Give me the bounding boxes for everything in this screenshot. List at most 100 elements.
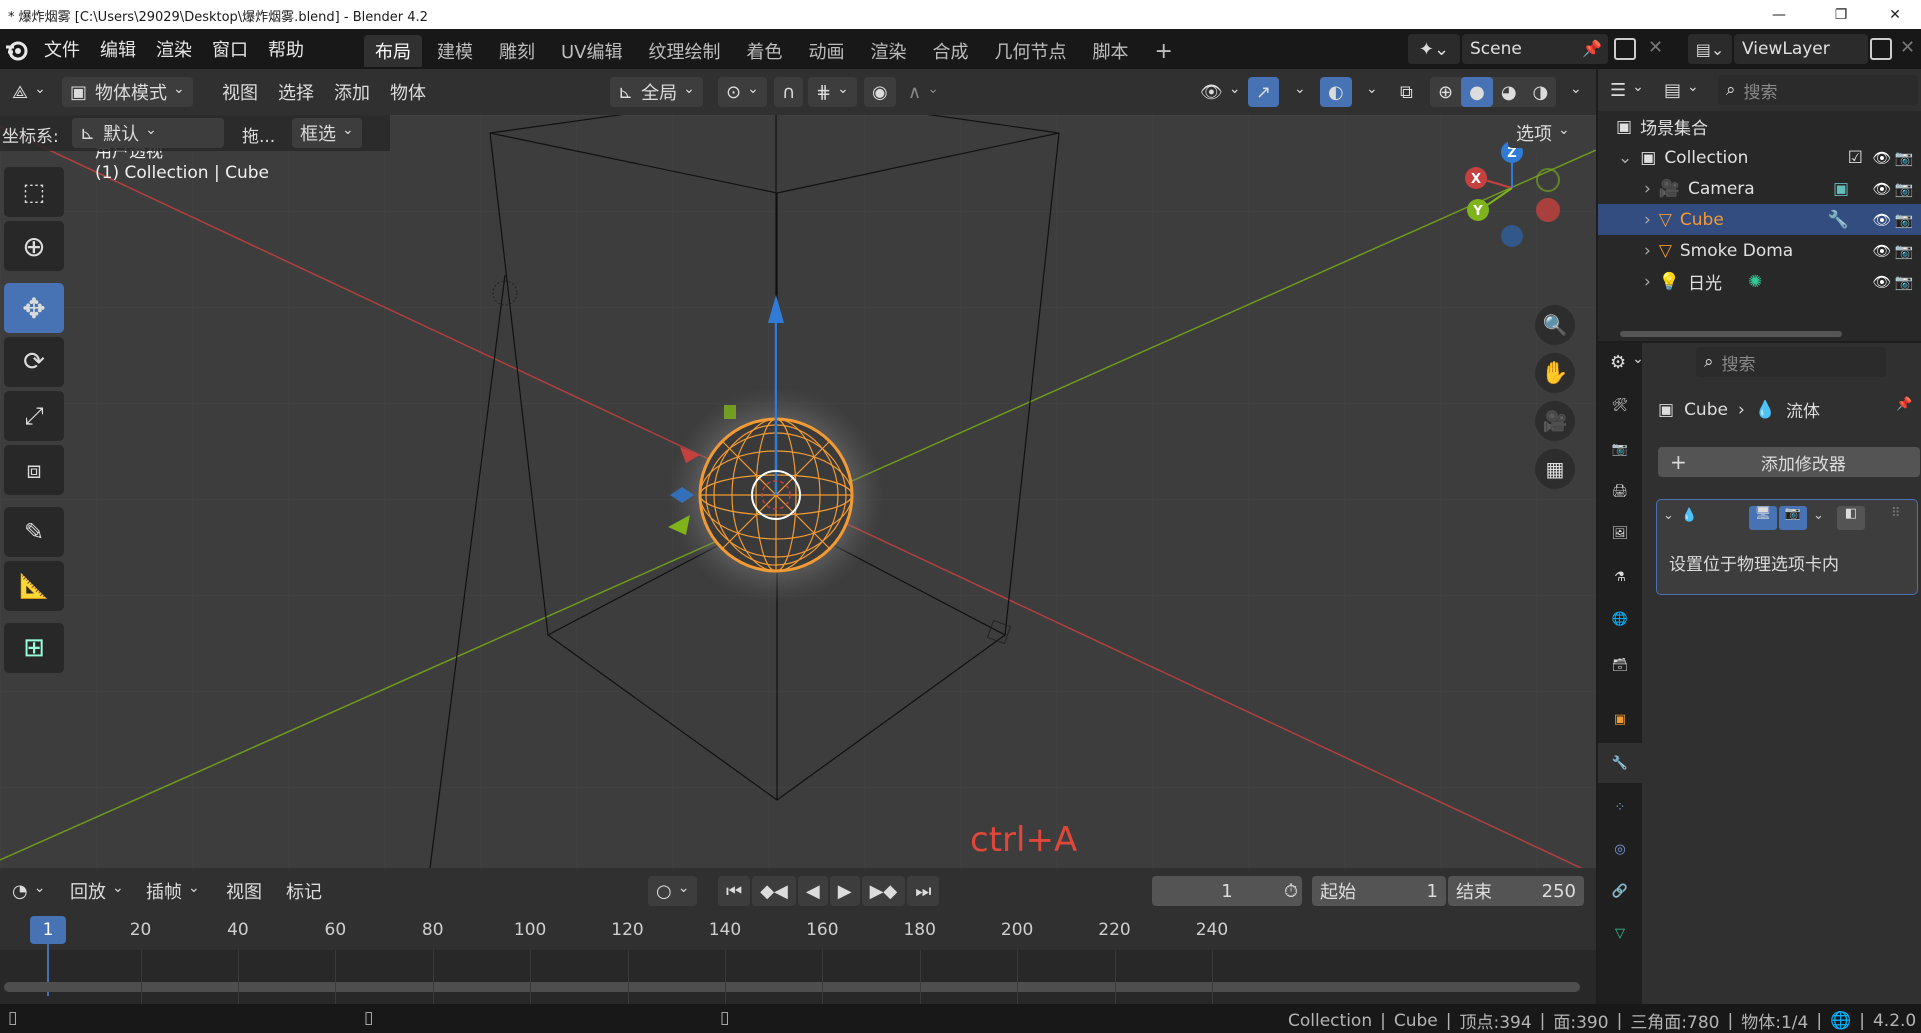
new-scene-icon[interactable] [1614, 38, 1636, 60]
prev-keyframe-button[interactable]: ◆◀ [752, 876, 796, 906]
tab-object[interactable]: ▣ [1598, 699, 1642, 739]
chevron-down-icon[interactable]: ⌄ [1663, 508, 1674, 523]
select-mode-selector[interactable]: 框选 [292, 118, 362, 148]
tab-uv-editing[interactable]: UV编辑 [550, 35, 634, 67]
tab-compositing[interactable]: 合成 [922, 35, 980, 67]
tab-collection[interactable]: 🗃 [1598, 645, 1642, 685]
mode-selector[interactable]: ▣ 物体模式 [62, 77, 193, 107]
show-viewport-toggle[interactable]: 🖥 [1749, 506, 1777, 530]
menu-select[interactable]: 选择 [270, 77, 322, 107]
scene-collection-row[interactable]: ▣ 场景集合 [1598, 111, 1921, 142]
add-cube-tool[interactable]: ⊞ [4, 623, 64, 673]
solid-shading-button[interactable]: ● [1461, 77, 1493, 107]
eye-icon[interactable]: 👁 [1871, 147, 1893, 169]
coord-system-selector[interactable]: ⊾ 默认 [72, 118, 224, 148]
transform-orientation-selector[interactable]: ⊾ 全局 [610, 77, 703, 107]
timeline-view-menu[interactable]: 视图 [218, 876, 270, 906]
camera-view-button[interactable]: 🎥 [1535, 401, 1575, 441]
playhead-marker[interactable]: 1 [30, 916, 66, 944]
menu-file[interactable]: 文件 [34, 29, 90, 69]
next-keyframe-button[interactable]: ▶◆ [861, 876, 906, 906]
snap-toggle[interactable]: ∩ [774, 77, 804, 107]
tab-sculpting[interactable]: 雕刻 [488, 35, 546, 67]
jump-start-button[interactable]: ⏮ [718, 876, 751, 906]
ortho-toggle-button[interactable]: ▦ [1535, 449, 1575, 489]
eye-icon[interactable]: 👁 [1871, 271, 1893, 293]
rendered-shading-button[interactable]: ◑ [1525, 77, 1557, 107]
tab-data[interactable]: ▽ [1598, 913, 1642, 953]
options-button[interactable]: 选项 [1508, 118, 1578, 148]
properties-search-field[interactable]: ⌕ 搜索 [1696, 347, 1886, 377]
jump-end-button[interactable]: ⏭ [907, 876, 940, 906]
exclude-checkbox[interactable]: ☑ [1848, 148, 1863, 168]
menu-object[interactable]: 物体 [382, 77, 434, 107]
tab-render[interactable]: 📷 [1598, 429, 1642, 469]
tab-physics[interactable]: ◎ [1598, 829, 1642, 869]
cursor-tool[interactable]: ⊕ [4, 221, 64, 271]
minimize-button[interactable]: — [1756, 0, 1802, 29]
view-layer-name-field[interactable]: ViewLayer [1734, 34, 1868, 64]
collection-row[interactable]: ⌄ ▣ Collection ☑ 👁 📷 [1598, 142, 1921, 173]
tab-output[interactable]: 🖨 [1598, 471, 1642, 511]
scene-browse-button[interactable]: ✦⌄ [1408, 34, 1460, 64]
auto-keying-toggle[interactable]: ○ [648, 876, 698, 906]
gizmo-toggle[interactable]: ↗ [1248, 77, 1280, 107]
menu-edit[interactable]: 编辑 [90, 29, 146, 69]
chevron-down-icon[interactable]: ⌄ [1813, 508, 1824, 523]
outliner-item-smoke-domain[interactable]: › ▽ Smoke Doma 👁 📷 [1598, 235, 1921, 266]
tab-constraints[interactable]: 🔗 [1598, 871, 1642, 911]
material-shading-button[interactable]: ◕ [1493, 77, 1525, 107]
tab-rendering[interactable]: 渲染 [860, 35, 918, 67]
overlay-toggle[interactable]: ◐ [1320, 77, 1352, 107]
timeline-marker-menu[interactable]: 标记 [278, 876, 330, 906]
visibility-selector[interactable]: 👁 [1192, 77, 1249, 107]
tab-scene[interactable]: ⚗ [1598, 557, 1642, 597]
pivot-point-selector[interactable]: ⊙ [718, 77, 767, 107]
tab-world[interactable]: 🌐 [1598, 599, 1642, 639]
menu-add[interactable]: 添加 [326, 77, 378, 107]
menu-window[interactable]: 窗口 [202, 29, 258, 69]
eye-icon[interactable]: 👁 [1871, 240, 1893, 262]
play-reverse-button[interactable]: ◀ [797, 876, 828, 906]
tab-tool[interactable]: 🛠 [1598, 385, 1642, 425]
menu-view[interactable]: 视图 [214, 77, 266, 107]
annotate-tool[interactable]: ✎ [4, 507, 64, 557]
add-modifier-button[interactable]: + 添加修改器 [1658, 447, 1920, 477]
scale-tool[interactable]: ⤢ [4, 391, 64, 441]
modifier-toggle-icon[interactable]: ◧ [1837, 506, 1865, 530]
preview-range-toggle[interactable]: ⏱ [1276, 876, 1306, 906]
delete-scene-icon[interactable]: ✕ [1648, 37, 1663, 58]
render-camera-icon[interactable]: 📷 [1893, 209, 1915, 231]
timeline-area[interactable]: 20 40 60 80 100 120 140 160 180 200 220 240 1 [0, 914, 1596, 1004]
pan-button[interactable]: ✋ [1535, 353, 1575, 393]
timeline-scrollbar[interactable] [4, 982, 1580, 992]
tab-particles[interactable]: ⁘ [1598, 787, 1642, 827]
globe-icon[interactable]: 🌐 [1830, 1011, 1851, 1031]
outliner-scrollbar[interactable] [1620, 331, 1842, 337]
tab-layout[interactable]: 布局 [364, 35, 422, 67]
tab-texture-paint[interactable]: 纹理绘制 [638, 35, 732, 67]
start-frame-field[interactable]: 起始 1 [1312, 876, 1446, 906]
tab-animation[interactable]: 动画 [798, 35, 856, 67]
pin-icon[interactable]: 📌 [1582, 39, 1602, 58]
outliner-item-cube[interactable]: › ▽ Cube 🔧 👁 📷 [1598, 204, 1921, 235]
move-tool[interactable]: ✥ [4, 283, 64, 333]
render-camera-icon[interactable]: 📷 [1893, 271, 1915, 293]
transform-tool[interactable]: ⧈ [4, 445, 64, 495]
delete-view-layer-icon[interactable]: ✕ [1900, 37, 1915, 58]
maximize-button[interactable]: ❐ [1818, 0, 1864, 29]
eye-icon[interactable]: 👁 [1871, 178, 1893, 200]
timeline-editor-type[interactable]: ◔ [4, 876, 53, 906]
menu-render[interactable]: 渲染 [146, 29, 202, 69]
wireframe-shading-button[interactable]: ⊕ [1430, 77, 1461, 107]
menu-help[interactable]: 帮助 [258, 29, 314, 69]
tab-view-layer[interactable]: 🖼 [1598, 513, 1642, 553]
outliner-search-field[interactable]: ⌕ 搜索 [1718, 75, 1918, 105]
view-layer-browse-button[interactable]: ▤⌄ [1688, 34, 1732, 64]
outliner-item-sun[interactable]: › 💡 日光 ✺ 👁 📷 [1598, 266, 1921, 297]
properties-pin-icon[interactable]: 📌 [1896, 397, 1912, 412]
drag-handle-icon[interactable]: ⠿ [1891, 506, 1901, 521]
tab-scripting[interactable]: 脚本 [1082, 35, 1140, 67]
overlay-options[interactable] [1352, 77, 1386, 107]
eye-icon[interactable]: 👁 [1871, 209, 1893, 231]
